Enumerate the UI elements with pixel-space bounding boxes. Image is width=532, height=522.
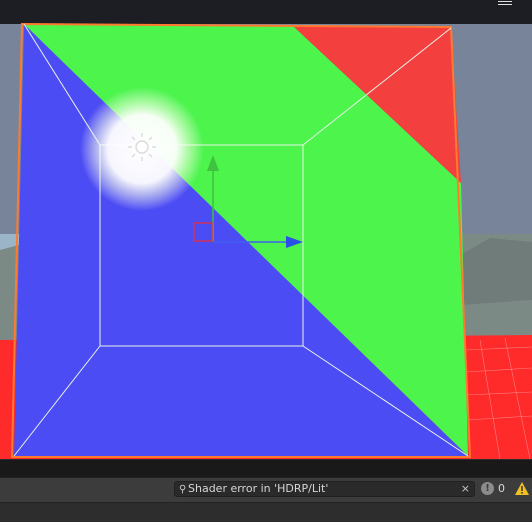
scene-status-strip [0,459,532,478]
dark-strip-top [0,0,532,24]
hamburger-icon[interactable] [498,1,512,8]
warning-icon[interactable] [515,482,529,495]
console-search-field[interactable]: ⚲ Shader error in 'HDRP/Lit' × [174,481,475,497]
magnifier-icon: ⚲ [179,484,187,495]
scene-canvas[interactable] [0,0,532,459]
clear-search-button[interactable]: × [461,482,470,496]
info-icon[interactable]: ! [481,482,494,495]
console-footer [0,502,532,522]
console-search-text[interactable]: Shader error in 'HDRP/Lit' [188,482,328,496]
info-count: 0 [498,482,505,495]
scene-view[interactable] [0,0,532,459]
